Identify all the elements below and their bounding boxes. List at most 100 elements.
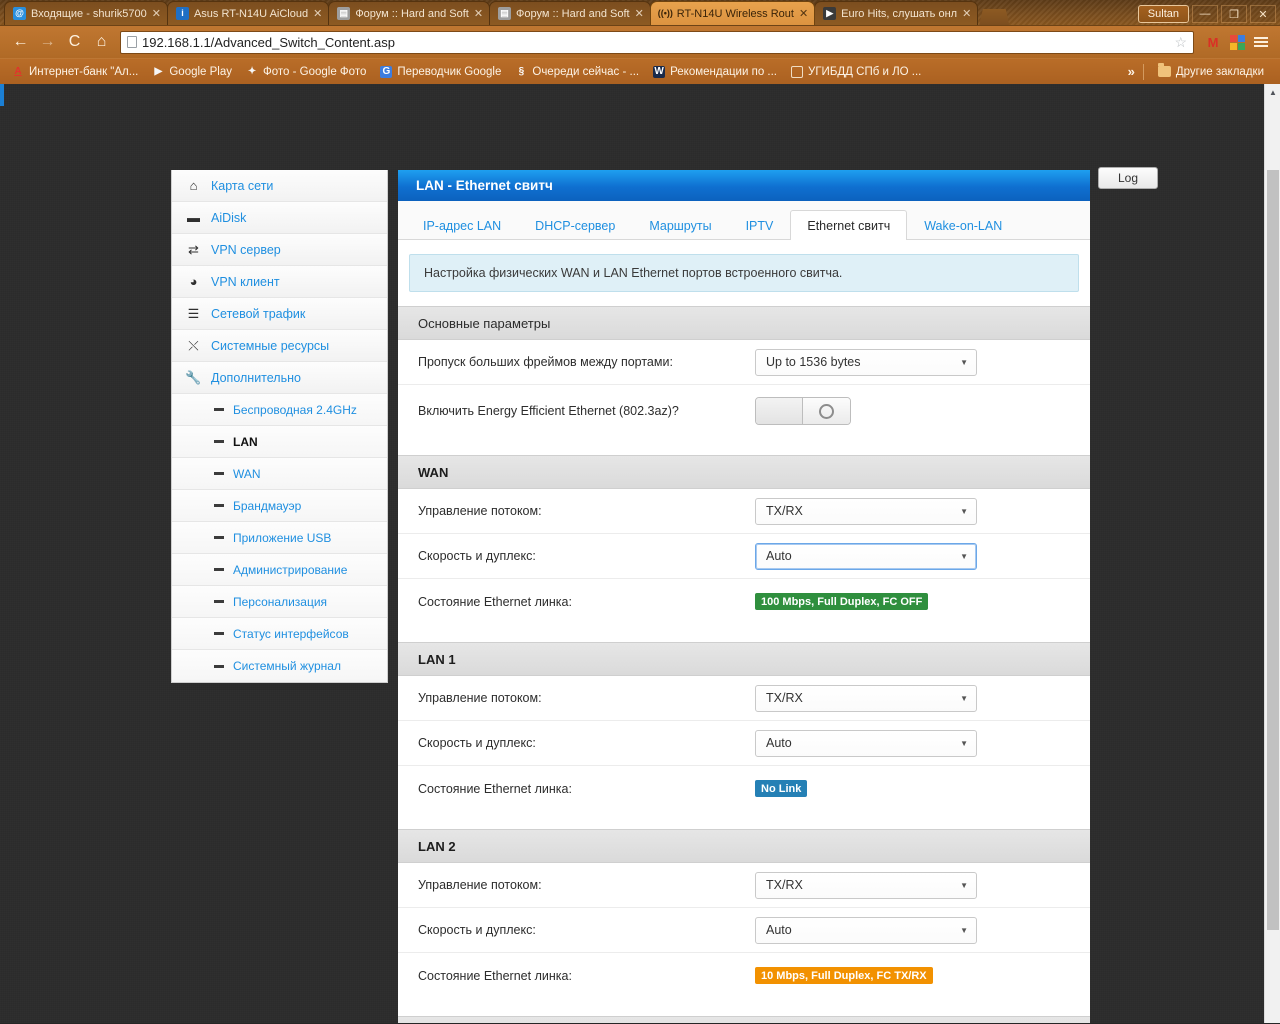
sidebar-item-system-resources[interactable]: ⤬ Системные ресурсы: [172, 330, 387, 362]
sidebar-item-aidisk[interactable]: ▬ AiDisk: [172, 202, 387, 234]
wan-flow-control-select[interactable]: TX/RX ▼: [755, 497, 977, 525]
jumbo-frame-label: Пропуск больших фреймов между портами:: [418, 355, 673, 369]
scroll-up-arrow-icon[interactable]: ▲: [1265, 84, 1280, 101]
page-scrollbar[interactable]: ▲: [1264, 84, 1280, 1023]
bookmark-item[interactable]: УГИБДД СПб и ЛО ...: [785, 64, 927, 80]
speed-duplex-label: Скорость и дуплекс:: [418, 736, 536, 750]
maximize-icon[interactable]: ❐: [1221, 5, 1247, 23]
browser-tab[interactable]: ▶ Euro Hits, слушать онл ✕: [814, 1, 979, 25]
scrollbar-thumb[interactable]: [1267, 170, 1279, 930]
close-icon[interactable]: ✕: [313, 7, 322, 20]
row-wan-flow-control: Управление потоком: TX/RX ▼: [398, 489, 1090, 534]
sidebar-item-network-map[interactable]: ⌂ Карта сети: [172, 170, 387, 202]
spacer: [398, 437, 1090, 455]
sidebar-item-usb-application[interactable]: Приложение USB: [172, 522, 387, 554]
sidebar-item-vpn-client[interactable]: ◕ VPN клиент: [172, 266, 387, 298]
bookmark-item[interactable]: G Переводчик Google: [374, 64, 507, 80]
link-state-label: Состояние Ethernet линка:: [418, 594, 572, 609]
bookmark-star-icon[interactable]: ☆: [1174, 34, 1187, 51]
sidebar-item-label: Системный журнал: [233, 659, 341, 673]
spacer: [398, 624, 1090, 642]
sidebar-item-firewall[interactable]: Брандмауэр: [172, 490, 387, 522]
forward-icon[interactable]: →: [35, 30, 60, 54]
tab-routes[interactable]: Маршруты: [632, 210, 728, 240]
dash-icon: [214, 568, 224, 571]
toggle-knob: [803, 398, 850, 424]
sidebar-item-label: VPN клиент: [211, 274, 280, 289]
bookmark-item[interactable]: W Рекомендации по ...: [647, 64, 783, 80]
close-icon[interactable]: ✕: [962, 7, 971, 20]
sidebar-item-wireless[interactable]: Беспроводная 2.4GHz: [172, 394, 387, 426]
reload-icon[interactable]: C: [62, 30, 87, 54]
close-icon[interactable]: ✕: [799, 7, 808, 20]
eee-toggle[interactable]: [755, 397, 851, 425]
bookmark-item[interactable]: § Очереди сейчас - ...: [509, 64, 645, 80]
browser-tab-active[interactable]: ((•)) RT-N14U Wireless Rout ✕: [649, 1, 816, 25]
tab-lan-ip[interactable]: IP-адрес LAN: [406, 210, 518, 240]
chrome-menu-icon[interactable]: [1250, 31, 1272, 53]
sidebar-item-label: Статус интерфейсов: [233, 626, 349, 641]
tab-iptv[interactable]: IPTV: [729, 210, 791, 240]
bookmark-label: Google Play: [169, 65, 233, 78]
bookmark-item[interactable]: ▶ Google Play: [146, 64, 238, 80]
bookmark-item[interactable]: ✦ Фото - Google Фото: [240, 64, 372, 80]
user-profile-chip[interactable]: Sultan: [1137, 5, 1189, 23]
browser-tab[interactable]: @ Входящие - shurik5700 ✕: [4, 1, 168, 25]
lan1-flow-control-select[interactable]: TX/RX ▼: [755, 684, 977, 712]
toggle-circle-icon: [819, 403, 834, 419]
sidebar-item-interface-status[interactable]: Статус интерфейсов: [172, 618, 387, 650]
browser-tab[interactable]: ▤ Форум :: Hard and Soft ✕: [328, 1, 491, 25]
chevron-down-icon: ▼: [960, 506, 968, 516]
eee-label: Включить Energy Efficient Ethernet (802.…: [418, 404, 679, 418]
sidebar-item-traffic[interactable]: ☰ Сетевой трафик: [172, 298, 387, 330]
tab-wake-on-lan[interactable]: Wake-on-LAN: [907, 210, 1019, 240]
log-button[interactable]: Log: [1098, 167, 1158, 189]
gmail-extension-icon[interactable]: M: [1202, 31, 1224, 53]
jumbo-frame-select[interactable]: Up to 1536 bytes ▼: [755, 348, 977, 376]
google-translate-icon: G: [380, 65, 393, 78]
tab-ethernet-switch[interactable]: Ethernet свитч: [790, 210, 908, 240]
close-icon[interactable]: ✕: [152, 7, 161, 20]
apps-extension-icon[interactable]: [1226, 31, 1248, 53]
row-lan1-flow-control: Управление потоком: TX/RX ▼: [398, 676, 1090, 721]
browser-tab[interactable]: ▤ Форум :: Hard and Soft ✕: [489, 1, 651, 25]
chevron-right-icon[interactable]: »: [1128, 64, 1135, 79]
close-icon[interactable]: ✕: [635, 7, 644, 20]
address-bar[interactable]: 192.168.1.1/Advanced_Switch_Content.asp …: [120, 30, 1194, 54]
chevron-down-icon: ▼: [960, 693, 968, 703]
browser-window: @ Входящие - shurik5700 ✕ i Asus RT-N14U…: [0, 0, 1280, 84]
lan2-speed-duplex-select[interactable]: Auto ▼: [755, 916, 977, 944]
new-tab-button[interactable]: [979, 9, 1010, 25]
panel-tabs: IP-адрес LAN DHCP-сервер Маршруты IPTV E…: [398, 201, 1090, 240]
lan1-flow-control-value: TX/RX: [766, 691, 803, 705]
wifi-icon: ((•)): [657, 8, 673, 18]
bookmark-item[interactable]: A Интернет-банк "Ал...: [6, 64, 144, 80]
sidebar-item-label: Брандмауэр: [233, 498, 302, 513]
back-icon[interactable]: ←: [8, 30, 33, 54]
home-icon[interactable]: ⌂: [89, 30, 114, 54]
sidebar-item-personalization[interactable]: Персонализация: [172, 586, 387, 618]
sidebar-item-lan[interactable]: LAN: [172, 426, 387, 458]
close-window-icon[interactable]: ✕: [1250, 5, 1276, 23]
url-text: 192.168.1.1/Advanced_Switch_Content.asp: [142, 34, 395, 50]
row-wan-speed-duplex: Скорость и дуплекс: Auto ▼: [398, 534, 1090, 579]
other-bookmarks-folder[interactable]: Другие закладки: [1152, 63, 1270, 80]
sidebar-item-administration[interactable]: Администрирование: [172, 554, 387, 586]
sidebar-item-label: Приложение USB: [233, 530, 332, 545]
browser-tab[interactable]: i Asus RT-N14U AiCloud ✕: [166, 1, 330, 25]
sidebar-item-vpn-server[interactable]: ⇄ VPN сервер: [172, 234, 387, 266]
sidebar-item-wan[interactable]: WAN: [172, 458, 387, 490]
sidebar-item-advanced[interactable]: 🔧 Дополнительно: [172, 362, 387, 394]
close-icon[interactable]: ✕: [474, 7, 483, 20]
minimize-icon[interactable]: —: [1192, 5, 1218, 23]
tab-dhcp-server[interactable]: DHCP-сервер: [518, 210, 632, 240]
lan1-speed-duplex-select[interactable]: Auto ▼: [755, 729, 977, 757]
home-icon: ⌂: [189, 178, 198, 193]
sidebar-item-label: Персонализация: [233, 594, 328, 609]
lan2-flow-control-select[interactable]: TX/RX ▼: [755, 871, 977, 899]
sidebar-item-label: AiDisk: [211, 210, 247, 225]
sidebar-item-system-log[interactable]: Системный журнал: [172, 650, 387, 682]
row-lan2-speed-duplex: Скорость и дуплекс: Auto ▼: [398, 908, 1090, 953]
traffic-icon: ☰: [187, 305, 200, 321]
wan-speed-duplex-select[interactable]: Auto ▼: [755, 542, 977, 570]
